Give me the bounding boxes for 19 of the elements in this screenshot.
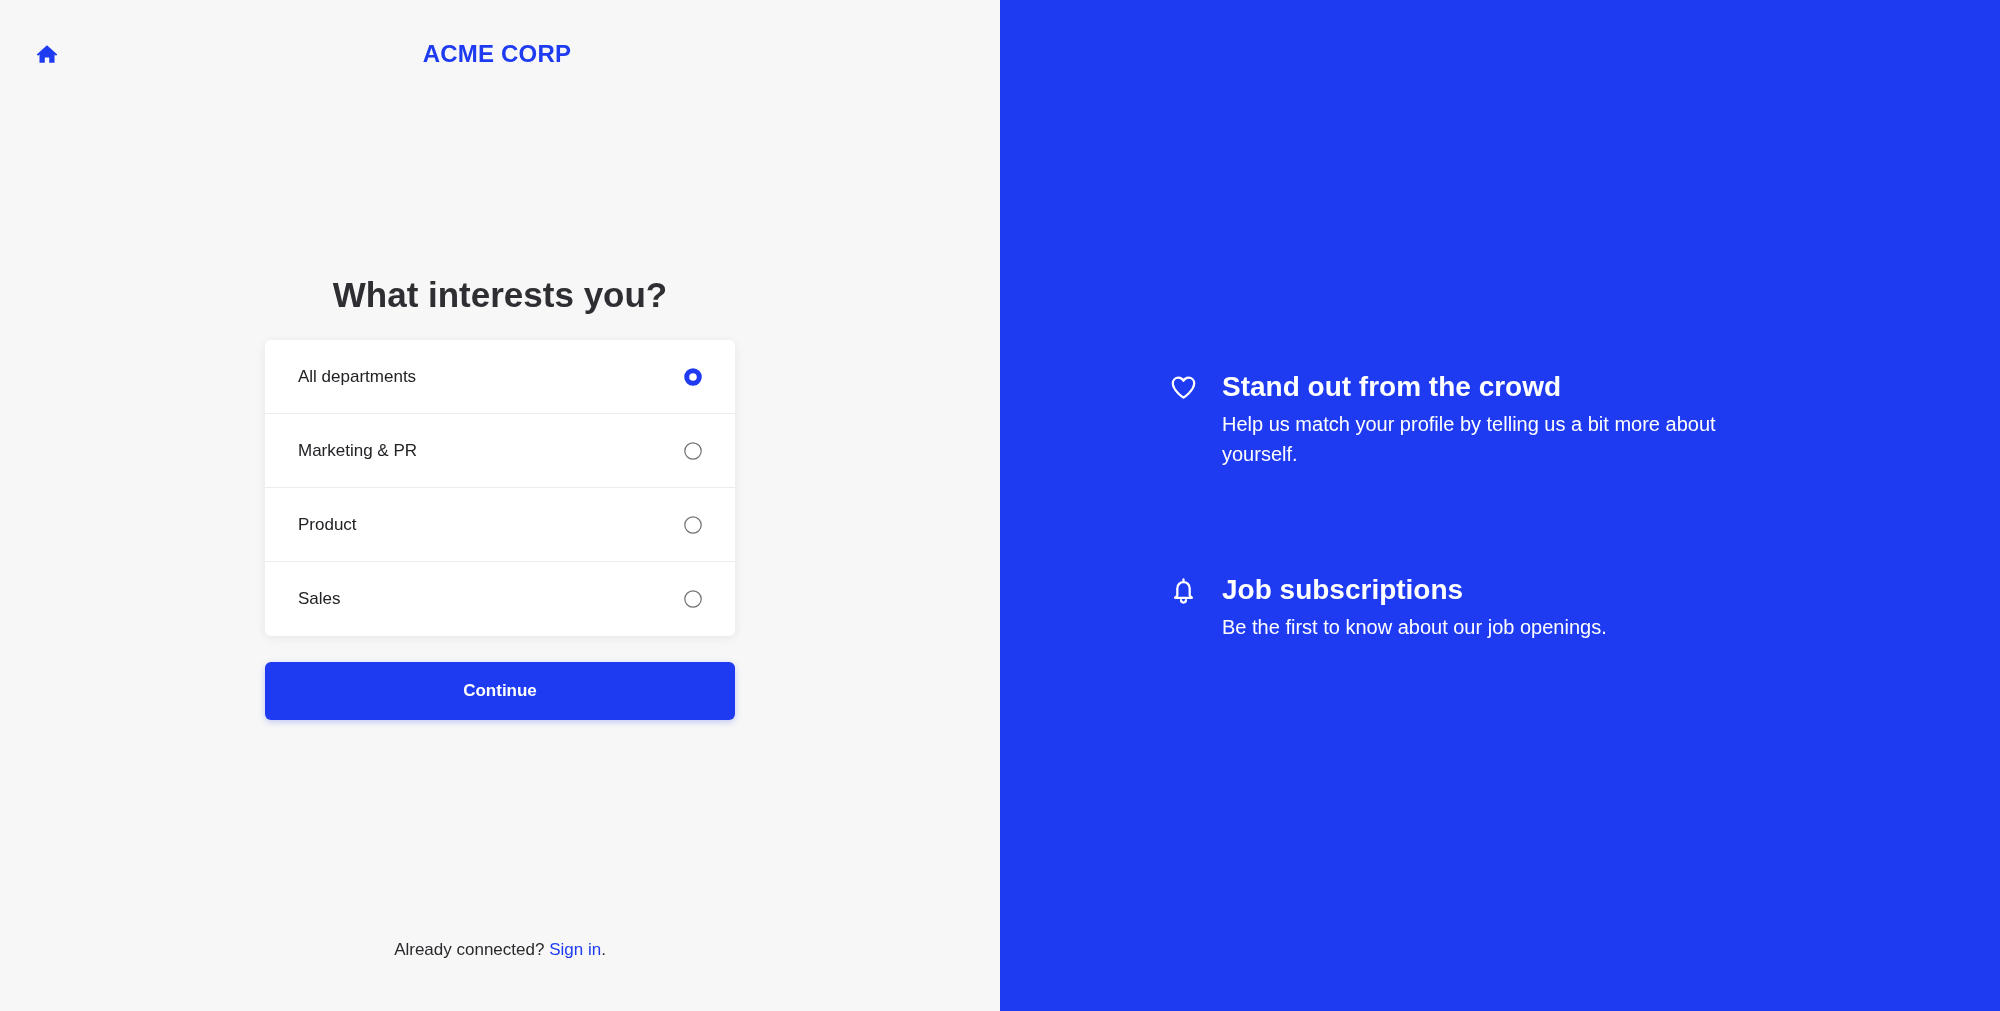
option-label: All departments [298,366,417,387]
option-label: Sales [298,589,341,609]
sign-in-prompt: Already connected? Sign in. [394,939,606,961]
option-label: Marketing & PR [298,440,418,461]
radio-button[interactable] [684,515,702,534]
continue-button[interactable]: Continue [265,662,735,720]
option-label: Product [298,514,357,535]
heart-icon [1170,373,1197,401]
company-logo[interactable]: ACME CORP [422,40,572,68]
feature-title: Job subscriptions [1222,572,1465,607]
feature-description: Be the first to know about our job openings. [1222,614,1608,640]
radio-button[interactable] [684,590,702,608]
feature-description: Help us match your profile by telling us a bit more about yourself. [1222,411,1717,467]
feature-title: Stand out from the crowd [1222,369,1563,404]
radio-button[interactable] [684,367,702,386]
sign-in-link[interactable]: Sign in [549,940,602,959]
home-icon[interactable] [36,43,58,65]
radio-button[interactable] [684,441,702,460]
page-heading: What interests you? [332,275,668,315]
